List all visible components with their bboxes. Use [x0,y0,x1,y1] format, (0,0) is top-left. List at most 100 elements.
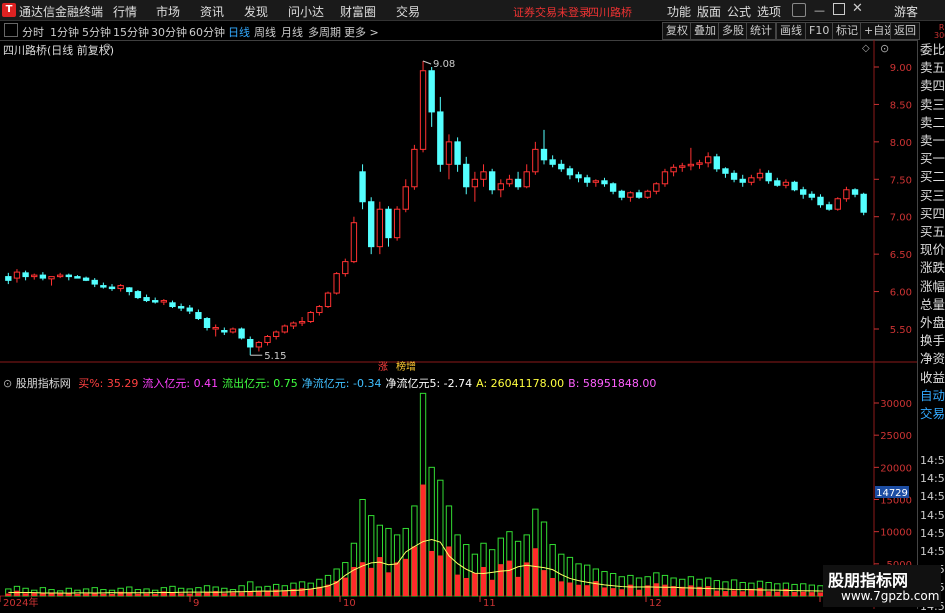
period-tab-timeshare[interactable]: 分时 [22,24,44,40]
candle-body [679,165,686,168]
menu-item-options[interactable]: 选项 [757,3,781,20]
price-tick-label: 6.00 [890,288,912,299]
volume-bar-fill [610,588,616,596]
panel-toggle-icon[interactable] [4,23,18,37]
price-tick-label: 7.50 [890,175,912,186]
adjust-button[interactable]: 复权 [662,22,692,40]
trade-time-label: 14:56 [920,545,945,558]
menu-item-trade[interactable]: 交易 [396,3,420,20]
candle-body [65,274,72,278]
menu-item-wealth[interactable]: 财富圈 [340,3,376,20]
volume-bar-fill [187,593,193,596]
message-icon[interactable] [792,3,806,17]
candle-body [463,163,470,188]
chart-area[interactable]: 9.00 8.50 8.00 7.50 7.00 6.50 6.00 5.50 9.08 5.15… [0,40,917,609]
volume-bar-fill [152,593,158,596]
period-tab-monthly[interactable]: 月线 [281,24,303,40]
volume-bar-fill [567,582,573,596]
volume-bar-fill [22,593,29,596]
candle-body [160,300,168,303]
candle-body [290,322,297,327]
time-tick-label: 12 [649,598,662,609]
period-tab-1min[interactable]: 1分钟 [50,24,79,40]
trade-login-warning[interactable]: 证券交易未登录 [513,4,590,20]
period-tab-daily[interactable]: 日线 [228,24,250,40]
period-tab-5min[interactable]: 5分钟 [82,24,111,40]
period-tab-30min[interactable]: 30分钟 [151,24,187,40]
period-tab-multi[interactable]: 多周期 [308,24,341,40]
quote-row-label: 换手 [920,333,945,349]
maximize-icon[interactable] [833,3,845,15]
low-marker-label: 5.15 [264,351,286,362]
period-tab-15min[interactable]: 15分钟 [113,24,149,40]
quote-side-panel: R 300 委比卖五卖四卖三卖二卖一买一买二买三买四买五现价涨跌涨幅总量外盘换手… [917,24,945,613]
period-tab-more[interactable]: 更多 > [344,24,379,40]
menu-item-layout[interactable]: 版面 [697,3,721,20]
volume-bar-fill [601,587,608,596]
quote-row-label: 委比 [920,42,945,57]
quote-row-label: 卖五 [920,60,945,76]
menu-item-market[interactable]: 市场 [156,3,180,20]
volume-bar-fill [14,590,20,596]
candle-body [368,201,375,248]
candle-body [229,328,237,333]
multi-stock-button[interactable]: 多股 [718,22,748,40]
period-tab-60min[interactable]: 60分钟 [189,24,225,40]
volume-bar-fill [446,546,452,596]
quote-row-label: 总量 [920,296,945,312]
volume-bar-fill [238,592,245,596]
time-tick-label: 2024年 [3,596,38,609]
indicator-field: 流入亿元: 0.41 [142,377,219,390]
volume-bar-fill [731,590,737,596]
volume-bar-fill [498,564,504,596]
volume-bar-fill [532,548,539,596]
volume-bar-fill [506,560,513,596]
quote-row-label: 涨幅 [920,278,945,294]
quote-row-label: 自动 [920,387,945,403]
menu-item-discover[interactable]: 发现 [244,3,268,20]
candle-body [281,325,288,333]
watermark-logo: 股朋指标网 www.7gpzb.com [823,565,941,607]
period-tab-weekly[interactable]: 周线 [254,24,276,40]
guest-label[interactable]: 游客 [894,3,918,20]
candle-body [419,70,427,150]
indicator-bullet-icon[interactable]: ⊙ [3,377,12,390]
indicator-row: ⊙ 股朋指标网 买%: 35.29 流入亿元: 0.41 流出亿元: 0.75 净流亿… [3,375,656,391]
candle-body [532,148,539,173]
candle-body [177,306,185,309]
minimize-icon[interactable]: — [814,4,825,17]
candle-body [756,172,764,179]
volume-bar-fill [653,583,659,596]
mark-button[interactable]: 标记 [832,22,862,40]
candle-body [514,178,522,188]
corner-label: R 300 [934,24,945,40]
candle-body [212,327,219,330]
price-tick-label: 8.00 [890,138,912,149]
volume-bar-fill [584,585,590,596]
candle-body [808,193,816,198]
menu-item-quotes[interactable]: 行情 [113,3,137,20]
candle-body [765,172,772,182]
back-button[interactable]: 返回 [890,22,920,40]
menu-item-formula[interactable]: 公式 [727,3,751,20]
volume-bar-fill [256,591,262,596]
menu-item-ask[interactable]: 问小达 [288,3,324,20]
candle-body [584,177,591,183]
draw-button[interactable]: 画线 [776,22,806,40]
trade-time-label: 14:56 [920,508,945,522]
menu-item-news[interactable]: 资讯 [200,3,224,20]
indicator-field: 净流亿元5: -2.74 [385,377,473,390]
close-icon[interactable]: ✕ [852,1,863,16]
candle-body [203,318,211,329]
trade-time-label: 14:56 [920,472,945,486]
volume-bar-fill [791,591,798,596]
statistics-button[interactable]: 统计 [746,22,776,40]
overlay-button[interactable]: 叠加 [690,22,720,40]
volume-bar-fill [765,591,772,596]
candle-body [704,156,712,164]
volume-bar-fill [420,484,426,596]
volume-bar-fill [714,590,720,596]
f10-button[interactable]: F10 [805,22,834,40]
candle-body [91,279,98,285]
menu-item-function[interactable]: 功能 [667,3,691,20]
